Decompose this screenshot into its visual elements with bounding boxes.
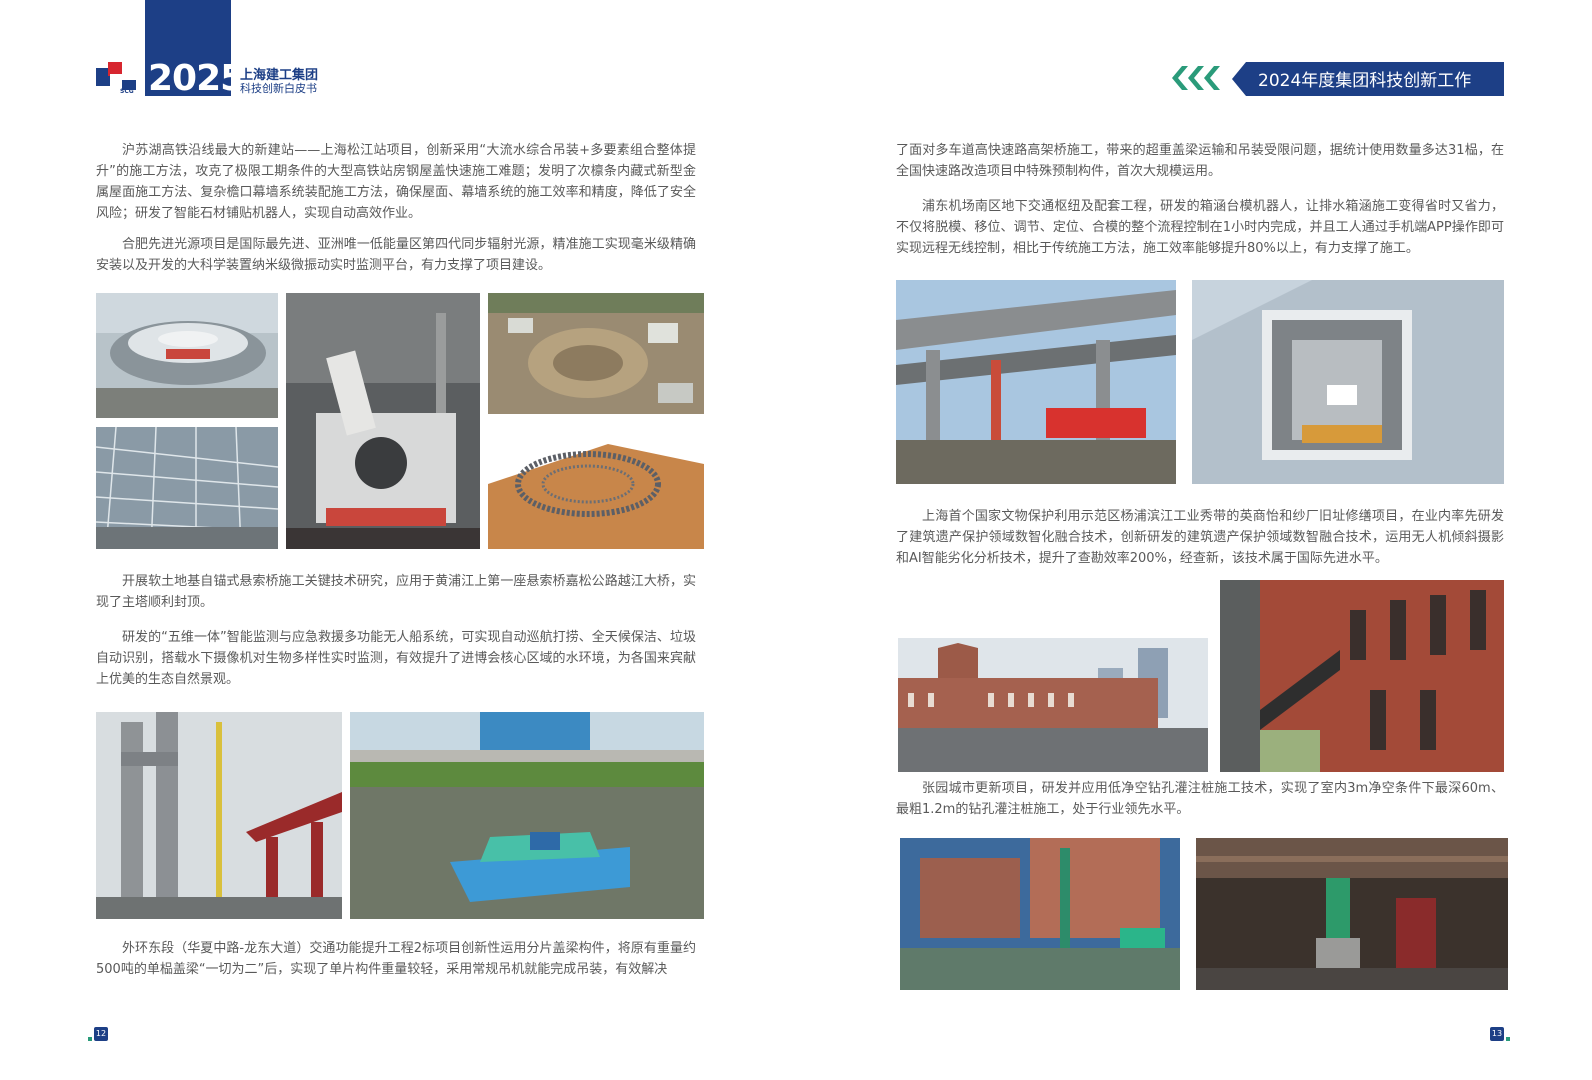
photo-steel-roof-structure: [96, 427, 278, 549]
photo-stone-paving-robot: [286, 293, 480, 549]
photo-songjiang-station-aerial: [96, 293, 278, 418]
paragraph-unmanned-boat: 研发的“五维一体”智能监测与应急救援多功能无人船系统，可实现自动巡航打捞、全天候…: [96, 630, 696, 687]
logo-text: SCG: [120, 88, 134, 95]
photo-low-clearance-drilling-rig: [900, 838, 1180, 990]
page-number-right: 13: [1490, 1027, 1504, 1041]
chevron-right-icon: [1168, 64, 1228, 92]
page-number-accent: [88, 1037, 92, 1041]
year-label: 2025: [148, 58, 245, 99]
paragraph-zhangyuan-project: 张园城市更新项目，研发并应用低净空钻孔灌注桩施工技术，实现了室内3m净空条件下最…: [896, 781, 1504, 817]
photo-hefei-light-source-model: [488, 424, 704, 549]
paragraph-outer-ring-continued: 了面对多车道高快速路高架桥施工，带来的超重盖梁运输和吊装受限问题，据统计使用数量…: [896, 143, 1504, 179]
photo-heritage-building-street: [898, 638, 1208, 772]
page-number-left: 12: [94, 1027, 108, 1041]
photo-elevated-highway-construction: [896, 280, 1176, 484]
section-title: 2024年度集团科技创新工作: [1258, 71, 1472, 91]
paragraph-suspension-bridge: 开展软土地基自锚式悬索桥施工关键技术研究，应用于黄浦江上第一座悬索桥嘉松公路越江…: [96, 574, 696, 610]
photo-hefei-site-aerial: [488, 293, 704, 414]
photo-heritage-brick-facade: [1220, 580, 1504, 772]
paragraph-pudong-airport: 浦东机场南区地下交通枢纽及配套工程，研发的箱涵台模机器人，让排水箱涵施工变得省时…: [896, 199, 1504, 256]
paragraph-outer-ring-road: 外环东段（华夏中路-龙东大道）交通功能提升工程2标项目创新性运用分片盖梁构件，将…: [96, 941, 696, 977]
photo-indoor-pile-drilling: [1196, 838, 1508, 990]
photo-bridge-tower: [96, 712, 342, 919]
photo-unmanned-boat: [350, 712, 704, 919]
paragraph-hefei-light-source: 合肥先进光源项目是国际最先进、亚洲唯一低能量区第四代同步辐射光源，精准施工实现毫…: [96, 237, 696, 273]
paragraph-yangpu-heritage: 上海首个国家文物保护利用示范区杨浦滨江工业秀带的英商怡和纱厂旧址修缮项目，在业内…: [896, 509, 1504, 566]
brand-subtitle: 科技创新白皮书: [240, 82, 317, 95]
photo-box-culvert-robot: [1192, 280, 1504, 484]
page-number-accent: [1506, 1037, 1510, 1041]
paragraph-songjiang-station: 沪苏湖高铁沿线最大的新建站——上海松江站项目，创新采用“大流水综合吊装+多要素组…: [96, 143, 696, 221]
